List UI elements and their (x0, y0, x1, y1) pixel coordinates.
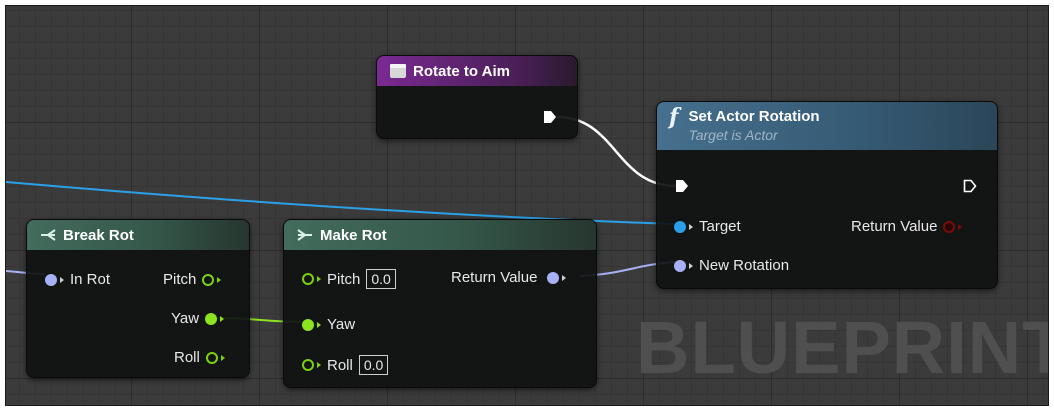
new-rotation-pin-label: New Rotation (699, 257, 790, 274)
pitch-in-pin-icon[interactable] (302, 273, 314, 285)
set-actor-rotation-title: Set Actor Rotation (688, 108, 820, 125)
make-rot-title: Make Rot (320, 226, 387, 244)
in-rot-pin-row[interactable]: In Rot (45, 271, 110, 288)
arrow-icon (317, 276, 321, 282)
yaw-in-pin-icon[interactable] (302, 318, 314, 331)
pitch-value-input[interactable]: 0.0 (366, 269, 396, 289)
arrow-icon (60, 276, 64, 283)
break-rot-title: Break Rot (63, 226, 134, 244)
arrow-icon (958, 223, 963, 230)
arrow-icon (220, 354, 225, 361)
target-pin-label: Target (699, 218, 741, 235)
make-struct-icon (297, 229, 312, 241)
blueprint-watermark: BLUEPRINT (636, 306, 1049, 389)
rotate-to-aim-exec-out-row[interactable] (543, 110, 557, 124)
return-value-pin-row[interactable]: Return Value (851, 218, 963, 235)
roll-value-input[interactable]: 0.0 (358, 355, 389, 375)
target-pin-row[interactable]: Target (674, 218, 741, 235)
arrow-icon (217, 276, 222, 283)
make-rot-return-pin-icon[interactable] (547, 271, 560, 284)
arrow-icon (562, 274, 567, 281)
set-actor-rotation-exec-in-row[interactable] (675, 179, 689, 193)
roll-in-pin-label: Roll (327, 356, 353, 374)
blueprint-graph-canvas[interactable]: BLUEPRINT Rotate to Aim f Set Actor Rota… (5, 5, 1049, 406)
pitch-in-pin-row[interactable]: Pitch 0.0 (302, 269, 396, 289)
roll-in-pin-row[interactable]: Roll 0.0 (302, 355, 389, 375)
rotate-to-aim-node[interactable]: Rotate to Aim (376, 55, 578, 139)
rotate-to-aim-header: Rotate to Aim (377, 56, 577, 86)
pitch-out-pin-row[interactable]: Pitch (163, 271, 222, 288)
roll-out-pin-icon[interactable] (205, 351, 218, 364)
rotate-to-aim-title: Rotate to Aim (413, 62, 510, 80)
make-rot-header: Make Rot (284, 220, 596, 250)
break-struct-icon (41, 229, 56, 241)
roll-out-pin-row[interactable]: Roll (174, 349, 225, 366)
roll-out-pin-label: Roll (174, 349, 200, 366)
exec-in-pin-icon[interactable] (675, 179, 689, 193)
yaw-out-pin-icon[interactable] (205, 312, 218, 325)
set-actor-rotation-subtitle: Target is Actor (688, 127, 778, 143)
set-actor-rotation-exec-out-row[interactable] (963, 179, 977, 193)
new-rotation-pin-icon[interactable] (674, 259, 686, 272)
arrow-icon (689, 262, 693, 269)
make-rot-return-pin-row[interactable]: Return Value (451, 269, 567, 286)
function-icon: f (669, 104, 679, 130)
event-icon (390, 64, 406, 78)
arrow-icon (689, 223, 693, 230)
arrow-icon (317, 362, 321, 368)
break-rot-node[interactable]: Break Rot In Rot Pitch Yaw Roll (26, 219, 250, 378)
pitch-out-pin-icon[interactable] (202, 273, 215, 286)
object-wire (6, 181, 675, 225)
yaw-out-pin-row[interactable]: Yaw (171, 310, 225, 327)
new-rotation-pin-row[interactable]: New Rotation (674, 257, 789, 274)
set-actor-rotation-header: f Set Actor Rotation Target is Actor (657, 102, 997, 150)
return-value-pin-label: Return Value (851, 218, 938, 235)
pitch-out-pin-label: Pitch (163, 271, 197, 288)
make-rot-node[interactable]: Make Rot Pitch 0.0 Return Value Yaw Roll… (283, 219, 597, 388)
in-rot-pin-icon[interactable] (45, 273, 57, 286)
target-pin-icon[interactable] (674, 220, 686, 233)
pitch-in-pin-label: Pitch (327, 270, 361, 288)
set-actor-rotation-node[interactable]: f Set Actor Rotation Target is Actor Tar… (656, 101, 998, 289)
roll-in-pin-icon[interactable] (302, 359, 314, 371)
yaw-in-pin-row[interactable]: Yaw (302, 316, 355, 333)
break-rot-header: Break Rot (27, 220, 249, 250)
make-rot-return-pin-label: Return Value (451, 269, 538, 286)
arrow-icon (220, 315, 225, 322)
arrow-icon (317, 321, 321, 328)
return-value-pin-icon[interactable] (943, 220, 956, 233)
yaw-in-pin-label: Yaw (327, 316, 356, 333)
in-rot-pin-label: In Rot (70, 271, 111, 288)
exec-out-pin-icon[interactable] (963, 179, 977, 193)
exec-out-pin-icon[interactable] (543, 110, 557, 124)
yaw-out-pin-label: Yaw (171, 310, 200, 327)
